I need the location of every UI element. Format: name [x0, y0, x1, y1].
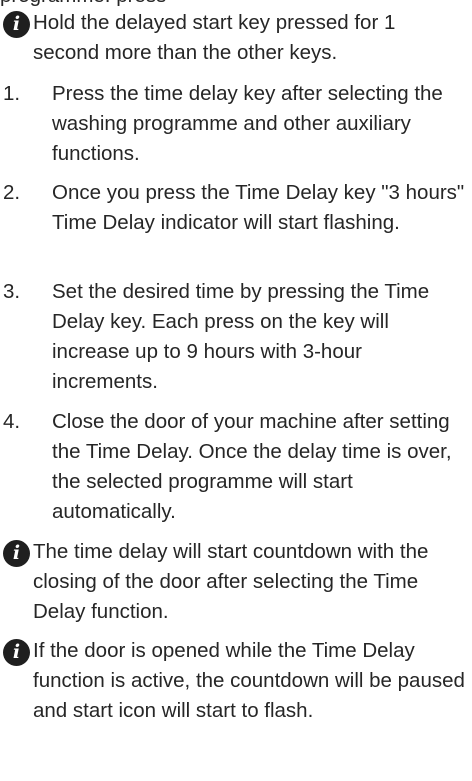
- step-2: 2. Once you press the Time Delay key "3 …: [3, 178, 466, 238]
- info-note-delayed-start: i Hold the delayed start key pressed for…: [3, 8, 466, 68]
- step-4: 4. Close the door of your machine after …: [3, 407, 466, 527]
- step-text: Close the door of your machine after set…: [52, 410, 452, 523]
- info-note-text: The time delay will start countdown with…: [33, 540, 429, 623]
- info-icon: i: [3, 540, 30, 567]
- info-note-countdown: i The time delay will start countdown wi…: [3, 537, 466, 627]
- step-number: 1.: [3, 82, 21, 105]
- info-note-text: Hold the delayed start key pressed for 1…: [33, 11, 396, 64]
- info-note-text: If the door is opened while the Time Del…: [33, 639, 465, 722]
- step-text: Press the time delay key after selecting…: [52, 82, 443, 165]
- info-icon: i: [3, 11, 30, 38]
- step-3: 3. Set the desired time by pressing the …: [3, 277, 466, 397]
- step-text: Once you press the Time Delay key "3 hou…: [52, 181, 465, 234]
- manual-page: programme. press i Hold the delayed star…: [0, 0, 472, 781]
- step-1: 1. Press the time delay key after select…: [3, 79, 466, 169]
- info-icon: i: [3, 639, 30, 666]
- step-number: 3.: [3, 280, 21, 303]
- step-text: Set the desired time by pressing the Tim…: [52, 280, 430, 393]
- step-number: 2.: [3, 181, 21, 204]
- info-note-door-opened: i If the door is opened while the Time D…: [3, 636, 466, 726]
- step-number: 4.: [3, 410, 21, 433]
